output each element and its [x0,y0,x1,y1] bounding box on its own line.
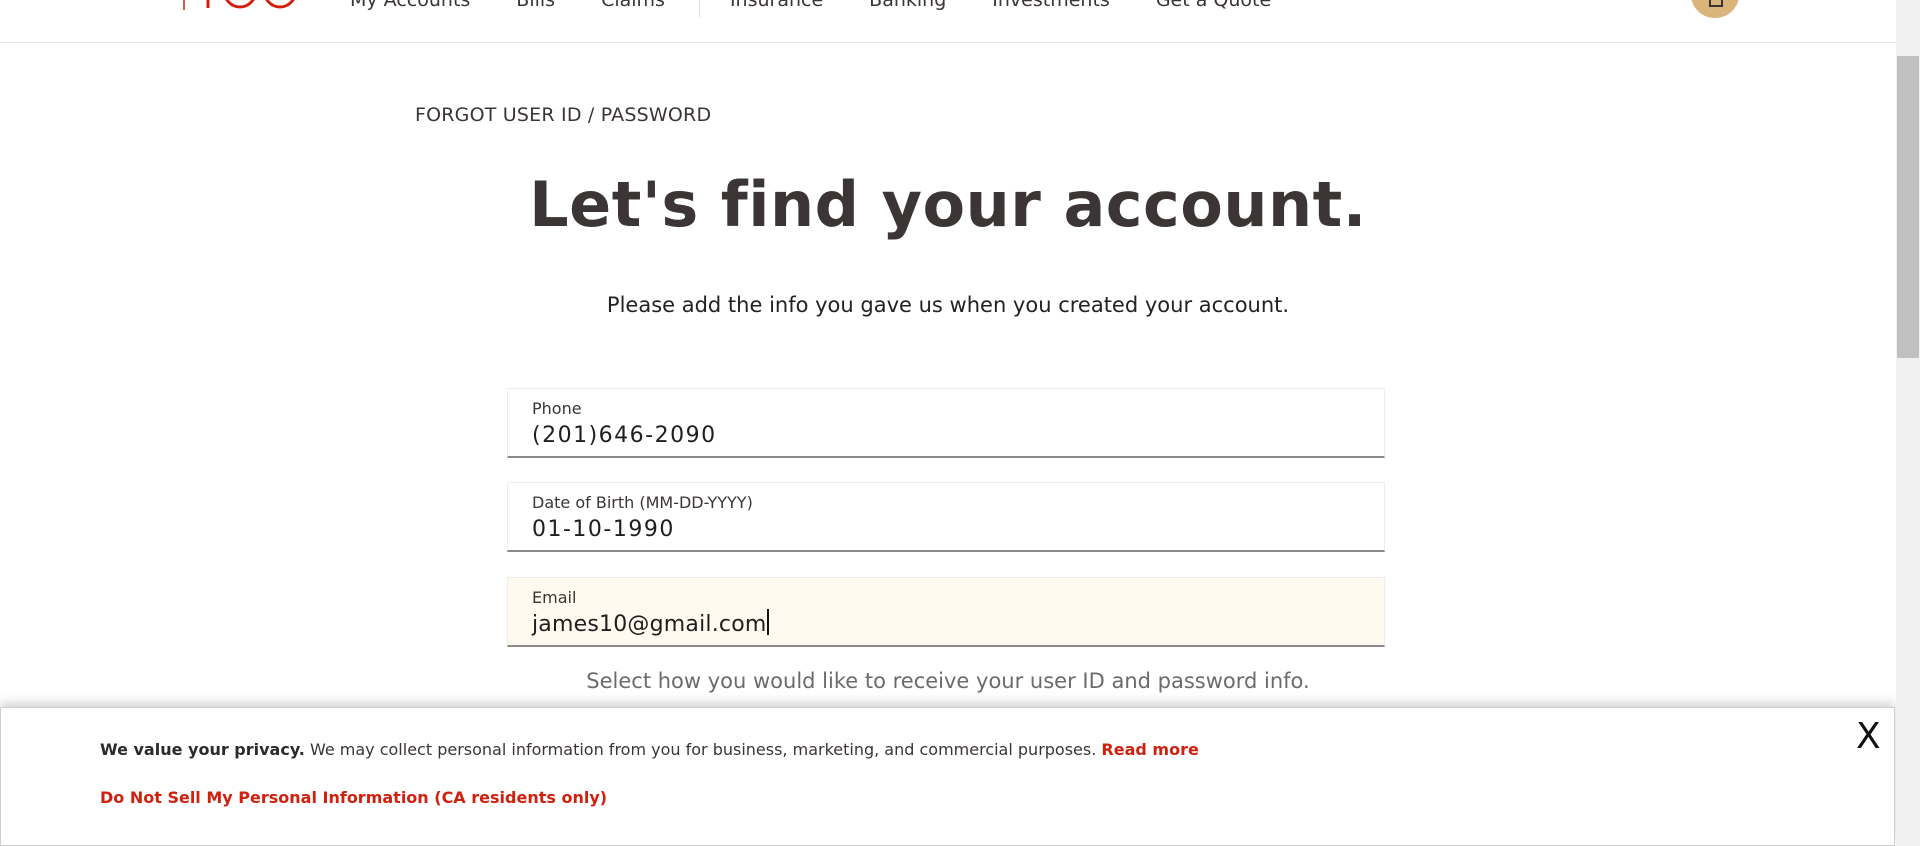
brand-logo[interactable] [112,0,302,10]
nav-insurance[interactable]: Insurance [730,0,823,11]
page-title: Let's find your account. [529,168,1367,241]
nav-claims[interactable]: Claims [601,0,665,11]
privacy-banner: We value your privacy. We may collect pe… [0,707,1895,846]
dob-field[interactable]: Date of Birth (MM-DD-YYYY) [507,482,1385,552]
nav-bills[interactable]: Bills [516,0,555,11]
email-label: Email [532,588,577,607]
email-input[interactable]: james10@gmail.com [532,609,1352,639]
top-navigation: My Accounts Bills Claims Insurance Banki… [0,0,1896,43]
nav-divider [698,0,700,17]
text-caret [766,609,769,635]
privacy-body: We may collect personal information from… [304,740,1102,759]
nav-banking[interactable]: Banking [869,0,946,11]
page-subtitle: Please add the info you gave us when you… [606,293,1290,317]
do-not-sell-link[interactable]: Do Not Sell My Personal Information (CA … [100,788,607,807]
breadcrumb: FORGOT USER ID / PASSWORD [415,104,712,126]
privacy-heading: We value your privacy. [100,740,305,759]
phone-label: Phone [532,399,582,418]
dob-label: Date of Birth (MM-DD-YYYY) [532,493,753,512]
dob-input[interactable] [532,514,1352,544]
email-value: james10@gmail.com [532,612,767,637]
phone-field[interactable]: Phone [507,388,1385,458]
nav-investments[interactable]: Investments [992,0,1110,11]
nav-get-a-quote[interactable]: Get a Quote [1156,0,1271,11]
email-field[interactable]: Email james10@gmail.com [507,577,1385,647]
close-banner-button[interactable]: X [1856,716,1881,757]
privacy-message: We value your privacy. We may collect pe… [100,740,1199,759]
nav-menu: My Accounts Bills Claims Insurance Banki… [350,0,1317,17]
user-account-icon[interactable] [1691,0,1739,18]
nav-my-accounts[interactable]: My Accounts [350,0,470,11]
scrollbar-thumb[interactable] [1897,56,1919,358]
phone-input[interactable] [532,420,1352,450]
delivery-instructions: Select how you would like to receive you… [586,669,1310,693]
read-more-link[interactable]: Read more [1101,740,1198,759]
